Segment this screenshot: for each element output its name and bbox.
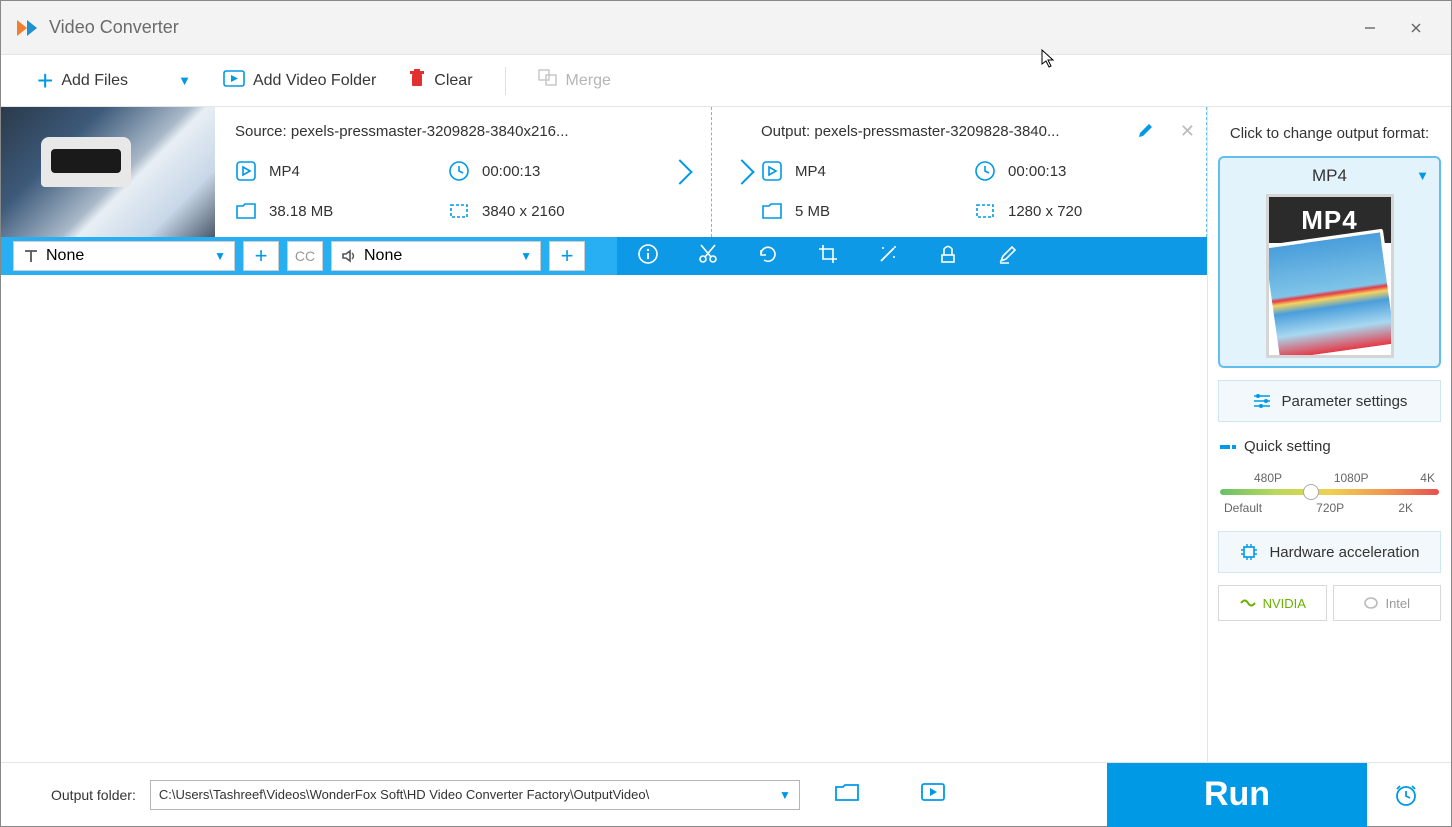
crop-icon[interactable] [817, 243, 839, 270]
minimize-button[interactable] [1347, 13, 1393, 43]
hardware-accel-button[interactable]: Hardware acceleration [1218, 531, 1441, 573]
run-button[interactable]: Run [1107, 763, 1367, 827]
clear-label: Clear [434, 72, 472, 90]
merge-label: Merge [566, 72, 611, 90]
quick-setting-section: Quick setting 480P 1080P 4K Default 720P… [1218, 434, 1441, 519]
format-preview-icon: MP4 [1266, 194, 1394, 358]
watermark-icon[interactable] [937, 243, 959, 270]
cc-button[interactable]: CC [287, 241, 323, 271]
add-subtitle-button[interactable]: + [243, 241, 279, 271]
chevron-down-icon: ▼ [214, 249, 226, 263]
audio-dropdown[interactable]: None ▼ [331, 241, 541, 271]
output-format: MP4 [761, 160, 974, 182]
subtitle-value: None [46, 247, 84, 265]
info-icon[interactable] [637, 243, 659, 270]
output-title: Output: pexels-pressmaster-3209828-3840.… [761, 123, 1071, 140]
params-label: Parameter settings [1282, 393, 1408, 410]
format-label: MP4 [1228, 166, 1431, 186]
conversion-arrow [681, 107, 741, 237]
source-format: MP4 [235, 160, 448, 182]
file-info: Source: pexels-pressmaster-3209828-3840x… [1, 107, 1207, 237]
merge-button[interactable]: Merge [526, 61, 623, 101]
chevron-down-icon[interactable]: ▼ [779, 788, 791, 802]
source-size: 38.18 MB [235, 200, 448, 222]
plus-icon: + [37, 65, 53, 97]
parameter-settings-button[interactable]: Parameter settings [1218, 380, 1441, 422]
output-folder-label: Output folder: [51, 787, 136, 803]
slider-labels-bottom: Default 720P 2K [1220, 501, 1439, 515]
text-icon [22, 247, 40, 265]
audio-value: None [364, 247, 402, 265]
edit-output-button[interactable] [1137, 121, 1155, 144]
file-list-area: Source: pexels-pressmaster-3209828-3840x… [1, 107, 1207, 762]
video-thumbnail[interactable] [1, 107, 215, 237]
clear-button[interactable]: Clear [396, 61, 484, 101]
title-bar: Video Converter [1, 1, 1451, 55]
chip-icon [1239, 542, 1259, 562]
intel-chip[interactable]: Intel [1333, 585, 1442, 621]
output-duration: 00:00:13 [974, 160, 1187, 182]
merge-icon [538, 69, 558, 92]
file-row: Source: pexels-pressmaster-3209828-3840x… [1, 107, 1207, 275]
right-panel: Click to change output format: MP4 ▼ MP4… [1207, 107, 1451, 762]
quality-slider[interactable] [1220, 489, 1439, 495]
chevron-down-icon: ▼ [1416, 168, 1429, 183]
gpu-row: NVIDIA Intel [1218, 585, 1441, 621]
hw-accel-label: Hardware acceleration [1269, 544, 1419, 561]
source-resolution: 3840 x 2160 [448, 200, 661, 222]
source-duration: 00:00:13 [448, 160, 661, 182]
add-folder-button[interactable]: Add Video Folder [211, 61, 388, 101]
edit-tools [617, 237, 1207, 275]
batch-folder-button[interactable] [920, 781, 946, 808]
footer: Output folder: C:\Users\Tashreef\Videos\… [1, 762, 1451, 826]
format-panel-title: Click to change output format: [1218, 125, 1441, 142]
output-size: 5 MB [761, 200, 974, 222]
sliders-icon [1252, 392, 1272, 410]
add-files-button[interactable]: + Add Files ▼ [25, 61, 203, 101]
app-title: Video Converter [49, 17, 1347, 38]
slider-labels-top: 480P 1080P 4K [1220, 471, 1439, 485]
plus-icon: + [561, 243, 574, 269]
rotate-icon[interactable] [757, 243, 779, 270]
track-selectors: None ▼ + CC None ▼ + [1, 237, 617, 275]
open-folder-button[interactable] [834, 781, 860, 808]
chevron-down-icon: ▼ [520, 249, 532, 263]
nvidia-icon [1239, 596, 1257, 610]
folder-video-icon [223, 68, 245, 93]
speaker-icon [340, 247, 358, 265]
quick-label: Quick setting [1244, 438, 1331, 455]
source-column: Source: pexels-pressmaster-3209828-3840x… [215, 107, 681, 237]
plus-icon: + [255, 243, 268, 269]
chevron-down-icon[interactable]: ▼ [178, 73, 191, 88]
add-files-label: Add Files [61, 72, 128, 90]
nvidia-chip[interactable]: NVIDIA [1218, 585, 1327, 621]
app-logo-icon [13, 14, 41, 42]
source-title: Source: pexels-pressmaster-3209828-3840x… [235, 123, 661, 140]
add-audio-button[interactable]: + [549, 241, 585, 271]
slider-thumb[interactable] [1303, 484, 1319, 500]
edit-icon[interactable] [997, 243, 1019, 270]
close-button[interactable] [1393, 13, 1439, 43]
schedule-button[interactable] [1381, 782, 1431, 808]
add-folder-label: Add Video Folder [253, 72, 376, 90]
trim-icon[interactable] [697, 243, 719, 270]
trash-icon [408, 68, 426, 93]
quick-icon [1220, 441, 1236, 453]
toolbar-separator [505, 67, 506, 95]
remove-file-button[interactable]: ✕ [1180, 121, 1195, 142]
content-area: Source: pexels-pressmaster-3209828-3840x… [1, 107, 1451, 762]
intel-icon [1363, 596, 1379, 610]
output-folder-path[interactable]: C:\Users\Tashreef\Videos\WonderFox Soft\… [150, 780, 800, 810]
output-format-selector[interactable]: MP4 ▼ MP4 [1218, 156, 1441, 368]
effects-icon[interactable] [877, 243, 899, 270]
output-column: Output: pexels-pressmaster-3209828-3840.… [741, 107, 1207, 237]
subtitle-dropdown[interactable]: None ▼ [13, 241, 235, 271]
main-toolbar: + Add Files ▼ Add Video Folder Clear Mer… [1, 55, 1451, 107]
output-resolution: 1280 x 720 [974, 200, 1187, 222]
